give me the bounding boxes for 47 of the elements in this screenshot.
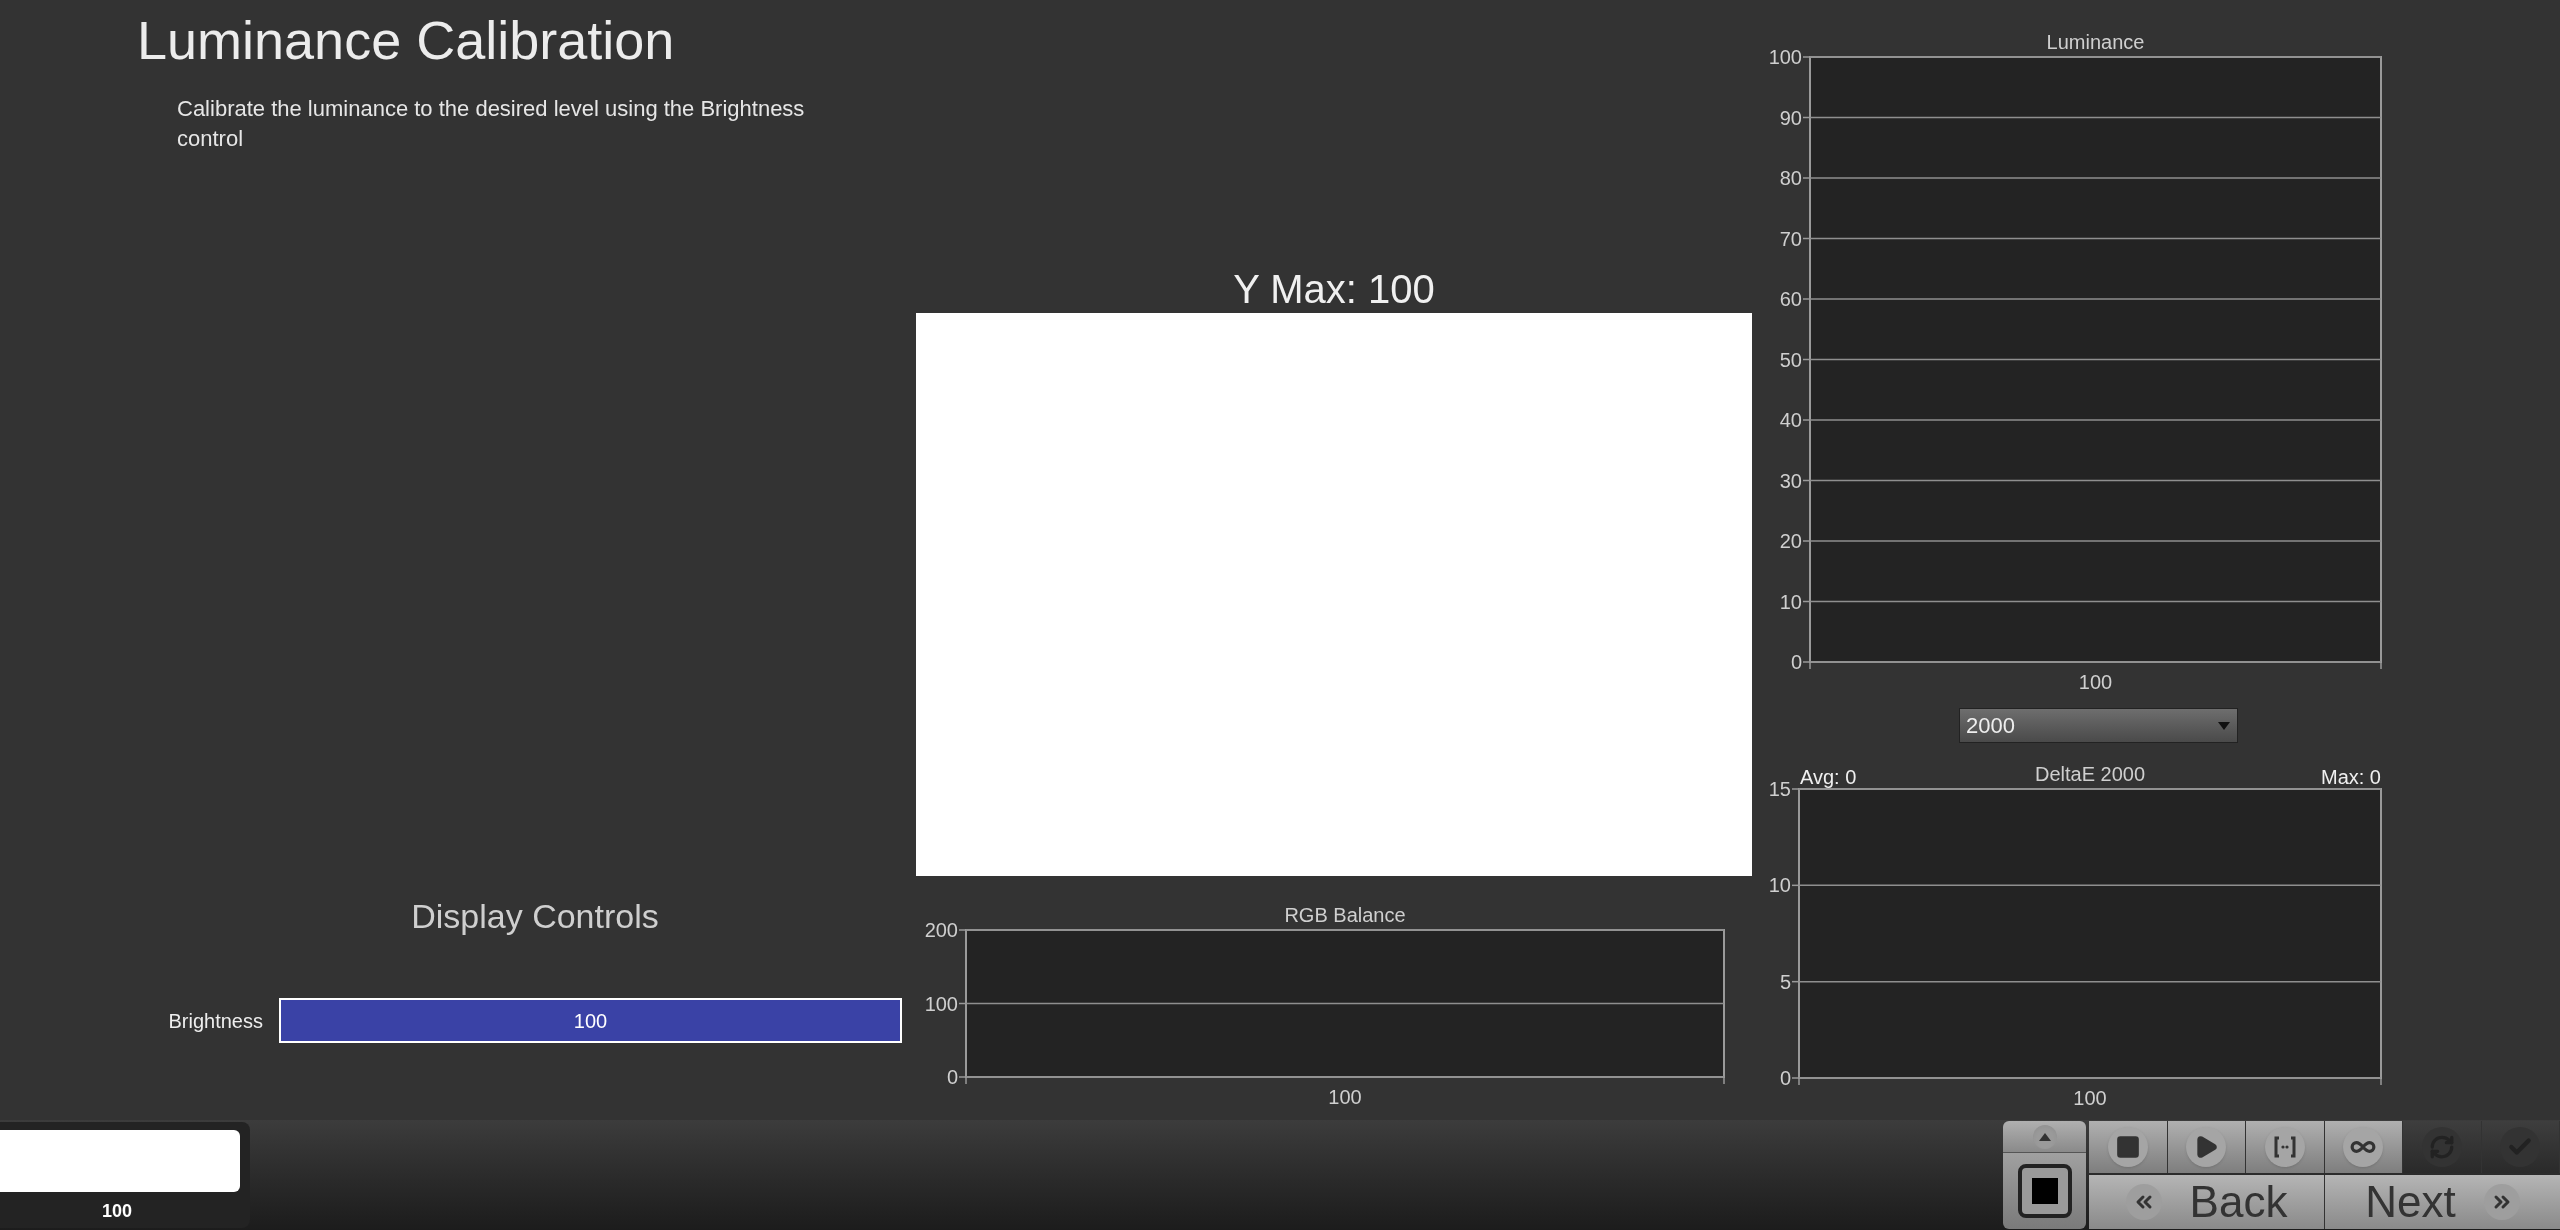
- patch-heading: Y Max: 100: [1232, 266, 1436, 313]
- average-reading: Avg: 0: [1800, 766, 1857, 788]
- y-tick-label: 200: [924, 919, 958, 941]
- y-tick-label: 5: [1779, 970, 1791, 993]
- y-tick-label: 30: [1779, 469, 1802, 492]
- chart-title: Luminance: [2046, 31, 2145, 53]
- max-reading: Max: 0: [2320, 766, 2381, 788]
- play-icon: [2186, 1127, 2227, 1167]
- stop-button[interactable]: [2089, 1121, 2168, 1173]
- brightness-slider[interactable]: 100: [279, 998, 902, 1043]
- stop-button[interactable]: [2003, 1153, 2086, 1229]
- brackets-button[interactable]: [2246, 1121, 2325, 1173]
- stop-icon: [2107, 1127, 2148, 1167]
- deltae-dropdown[interactable]: 2000: [1959, 708, 2238, 743]
- y-tick-label: 0: [1779, 1067, 1791, 1089]
- stop-icon: [2017, 1164, 2072, 1218]
- y-tick-label: 20: [1779, 530, 1802, 552]
- y-tick-label: 0: [946, 1066, 958, 1088]
- next-button[interactable]: Next: [2325, 1175, 2560, 1229]
- x-tick-label: 100: [2078, 671, 2113, 693]
- preview-reading: 100: [101, 1200, 132, 1223]
- y-tick-label: 0: [1790, 651, 1802, 673]
- y-tick-label: 100: [1768, 46, 1802, 68]
- infinity-icon: [2343, 1127, 2384, 1167]
- dropdown-caret-icon: [2217, 720, 2231, 731]
- y-tick-label: 40: [1779, 409, 1802, 431]
- y-tick-label: 15: [1768, 778, 1791, 800]
- brackets-icon: [2264, 1127, 2305, 1167]
- control-label: Brightness: [167, 1008, 264, 1034]
- y-tick-label: 90: [1779, 106, 1802, 129]
- x-tick-label: 100: [2073, 1087, 2107, 1109]
- play-button[interactable]: [2167, 1121, 2246, 1173]
- loop-button[interactable]: [2324, 1121, 2403, 1173]
- page-title: Luminance Calibration: [137, 9, 675, 72]
- y-tick-label: 60: [1779, 288, 1802, 310]
- y-tick-label: 10: [1779, 590, 1802, 613]
- instructions: Calibrate the luminance to the desired level using the Brightness control: [177, 95, 806, 153]
- y-tick-label: 10: [1768, 874, 1791, 897]
- y-tick-label: 100: [924, 992, 958, 1015]
- y-tick-label: 80: [1779, 167, 1802, 189]
- y-tick-label: 50: [1779, 348, 1802, 371]
- x-tick-label: 100: [1328, 1086, 1362, 1105]
- back-button[interactable]: Back: [2089, 1175, 2325, 1229]
- y-tick-label: 70: [1779, 227, 1802, 250]
- chart-title: DeltaE 2000: [2034, 763, 2146, 785]
- up-button[interactable]: [2003, 1121, 2086, 1153]
- chart-title: RGB Balance: [1284, 904, 1406, 926]
